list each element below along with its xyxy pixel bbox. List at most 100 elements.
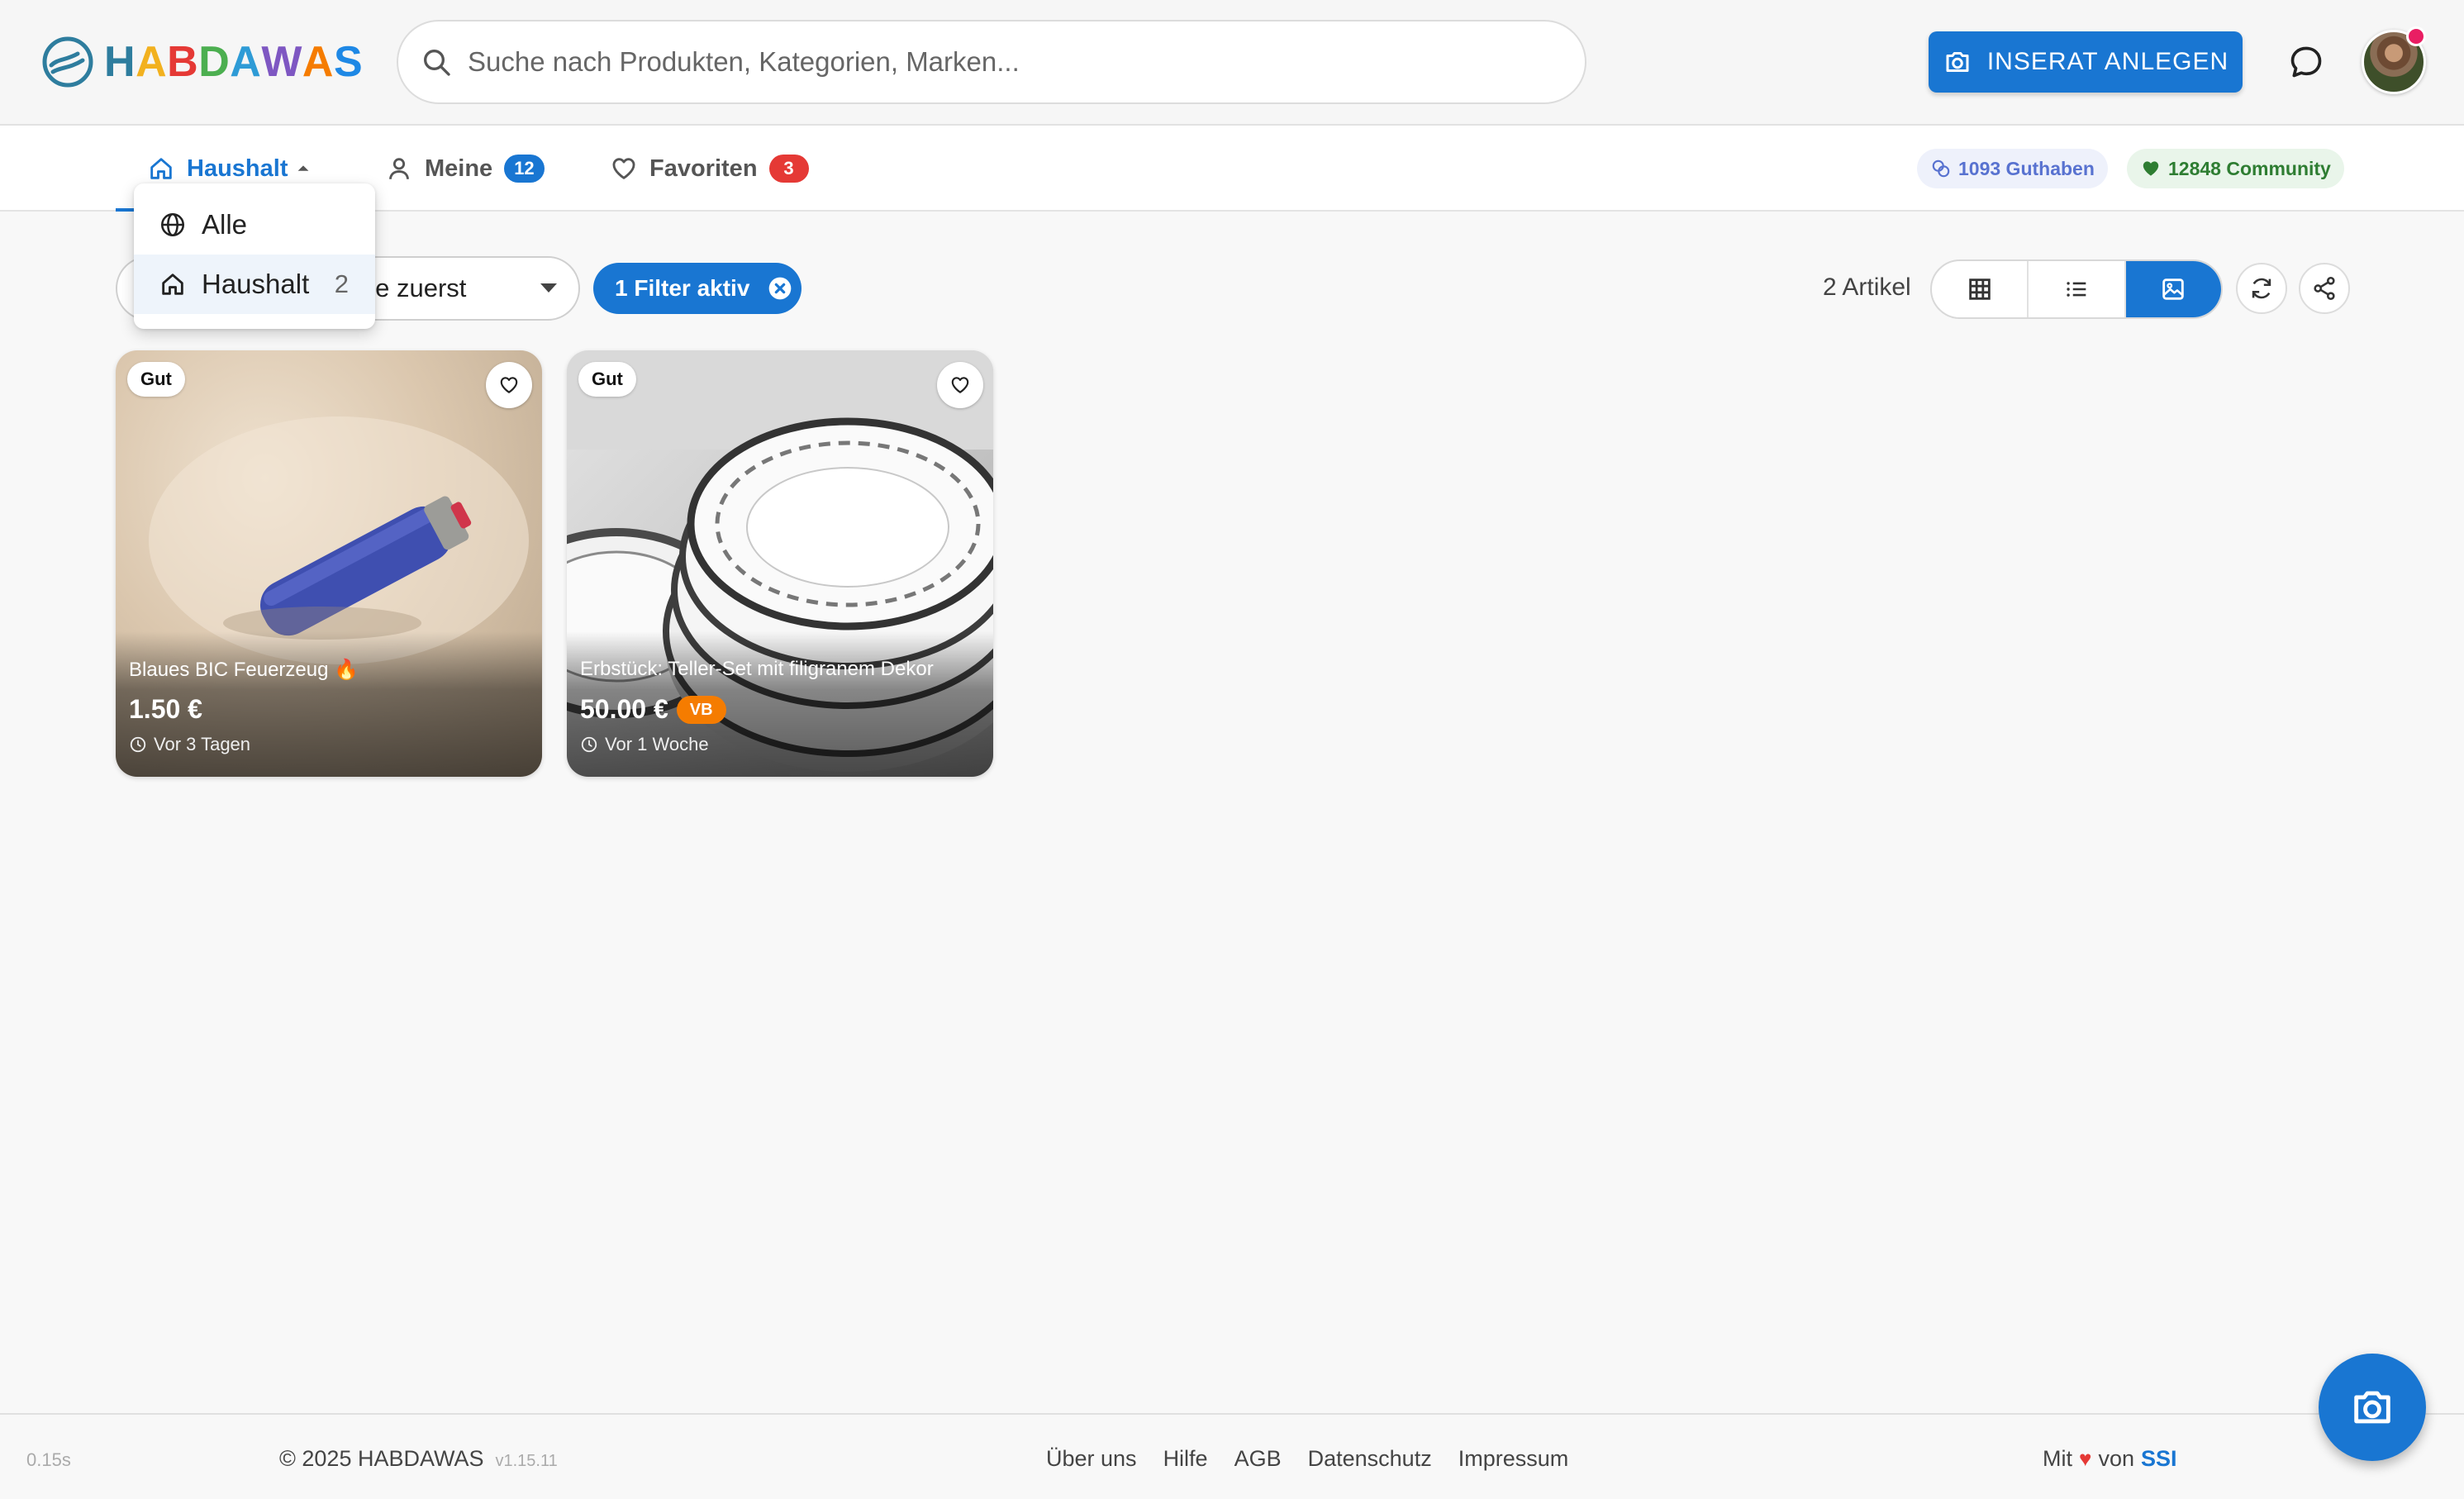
tab-label: Favoriten	[649, 155, 758, 182]
footer-link-about[interactable]: Über uns	[1046, 1446, 1137, 1472]
footer-link-privacy[interactable]: Datenschutz	[1308, 1446, 1432, 1472]
logo-letter: A	[302, 38, 334, 86]
logo-letter: S	[333, 38, 364, 86]
logo-letter: D	[198, 38, 231, 86]
heart-filled-icon	[2143, 161, 2159, 176]
camera-icon	[2354, 1391, 2390, 1424]
footer-links: Über uns Hilfe AGB Datenschutz Impressum	[1046, 1446, 1595, 1472]
listing-title: Blaues BIC Feuerzeug 🔥	[129, 659, 359, 681]
search-bar[interactable]	[397, 20, 1586, 104]
listing-card[interactable]: Gut Erbstück: Teller-Set mit filigranem …	[567, 350, 993, 777]
dropdown-item-count: 2	[334, 269, 349, 298]
app-header: HABDAWAS INSERAT ANLEGEN	[0, 0, 2464, 126]
count-badge: 3	[768, 155, 809, 183]
list-view-button[interactable]	[2029, 261, 2126, 317]
credit-text: 1093 Guthaben	[1958, 157, 2095, 179]
globe-icon	[160, 212, 185, 237]
dropdown-item-haushalt[interactable]: Haushalt 2	[134, 255, 375, 314]
heart-icon: ♥	[2079, 1446, 2092, 1471]
page-footer: 0.15s © 2025 HABDAWAS v1.15.11 Über uns H…	[0, 1413, 2464, 1499]
camera-fab-button[interactable]	[2319, 1354, 2426, 1461]
chat-bubble-icon	[2290, 46, 2322, 78]
refresh-icon	[2252, 278, 2271, 299]
copyright: © 2025 HABDAWAS v1.15.11	[279, 1446, 558, 1472]
footer-link-terms[interactable]: AGB	[1234, 1446, 1282, 1472]
dropdown-item-label: Alle	[202, 209, 248, 240]
community-chip[interactable]: 12848 Community	[2127, 149, 2344, 188]
app-version: v1.15.11	[495, 1452, 558, 1470]
person-icon	[388, 158, 410, 179]
favorite-button[interactable]	[486, 362, 532, 408]
heart-icon	[500, 377, 518, 393]
favorite-button[interactable]	[937, 362, 983, 408]
notification-dot	[2406, 26, 2426, 46]
listing-title: Erbstück: Teller-Set mit filigranem Deko…	[580, 658, 934, 680]
listing-time: Vor 3 Tagen	[154, 734, 251, 754]
made-prefix: Mit	[2043, 1446, 2072, 1471]
listing-card[interactable]: Gut Blaues BIC Feuerzeug 🔥 1.50 € Vor 3 …	[116, 350, 542, 777]
listing-price: 1.50 €	[129, 694, 202, 724]
share-icon	[2314, 276, 2335, 301]
logo-letter: A	[136, 38, 168, 86]
result-count: 2 Artikel	[1823, 274, 1911, 301]
listing-time-row: Vor 1 Woche	[580, 734, 709, 755]
tab-label: Haushalt	[187, 155, 288, 182]
clock-icon	[130, 736, 146, 753]
filter-label: 1 Filter aktiv	[615, 275, 750, 301]
condition-badge: Gut	[127, 362, 185, 397]
logo-icon	[42, 36, 93, 88]
coins-icon	[1932, 159, 1950, 178]
heart-icon	[951, 377, 969, 393]
search-icon	[424, 50, 450, 76]
dropdown-caret-icon	[540, 283, 557, 293]
listing-price-row: 1.50 €	[129, 694, 202, 725]
logo-text: HABDAWAS	[104, 40, 363, 83]
dropdown-item-alle[interactable]: Alle	[134, 195, 375, 255]
load-time: 0.15s	[26, 1449, 71, 1470]
tab-favoriten[interactable]: Favoriten 3	[610, 126, 809, 212]
negotiable-badge: VB	[676, 695, 726, 724]
tab-meine[interactable]: Meine 12	[385, 126, 545, 212]
count-badge: 12	[504, 155, 545, 183]
logo-letter: H	[104, 38, 136, 86]
list-icon	[2067, 282, 2086, 297]
create-listing-label: INSERAT ANLEGEN	[1986, 48, 2229, 75]
home-icon	[150, 158, 172, 179]
grid-icon	[1968, 278, 1991, 300]
made-by-link[interactable]: SSI	[2141, 1446, 2177, 1472]
made-mid: von	[2098, 1446, 2134, 1471]
image-view-button[interactable]	[2125, 261, 2221, 317]
search-input[interactable]	[468, 46, 1585, 78]
credit-chip[interactable]: 1093 Guthaben	[1917, 149, 2108, 188]
clock-icon	[581, 736, 597, 753]
active-filter-chip[interactable]: 1 Filter aktiv	[593, 263, 802, 314]
messages-button[interactable]	[2286, 41, 2327, 83]
refresh-button[interactable]	[2236, 263, 2287, 314]
tab-label: Meine	[425, 155, 493, 182]
logo-letter: A	[230, 38, 262, 86]
made-by: Mit ♥ von SSI	[2043, 1446, 2177, 1472]
share-button[interactable]	[2299, 263, 2350, 314]
footer-link-help[interactable]: Hilfe	[1163, 1446, 1208, 1472]
heart-icon	[612, 158, 635, 179]
dropdown-item-label: Haushalt	[202, 269, 310, 299]
listing-time-row: Vor 3 Tagen	[129, 734, 250, 755]
image-icon	[2162, 278, 2185, 300]
logo[interactable]: HABDAWAS	[41, 33, 363, 91]
community-text: 12848 Community	[2168, 157, 2331, 179]
view-mode-toggle	[1930, 259, 2223, 319]
listing-price-row: 50.00 € VB	[580, 694, 726, 725]
logo-letter: W	[261, 38, 302, 86]
copyright-text: © 2025 HABDAWAS	[279, 1446, 484, 1471]
logo-letter: B	[167, 38, 199, 86]
home-icon	[162, 274, 183, 295]
grid-view-button[interactable]	[1932, 261, 2029, 317]
listing-price: 50.00 €	[580, 694, 668, 724]
caret-up-icon	[298, 165, 309, 171]
footer-link-imprint[interactable]: Impressum	[1458, 1446, 1569, 1472]
condition-badge: Gut	[578, 362, 636, 397]
category-dropdown-menu: Alle Haushalt 2	[134, 183, 375, 329]
clear-filter-icon[interactable]	[767, 275, 793, 302]
camera-icon	[1946, 52, 1969, 72]
create-listing-button[interactable]: INSERAT ANLEGEN	[1929, 31, 2243, 93]
